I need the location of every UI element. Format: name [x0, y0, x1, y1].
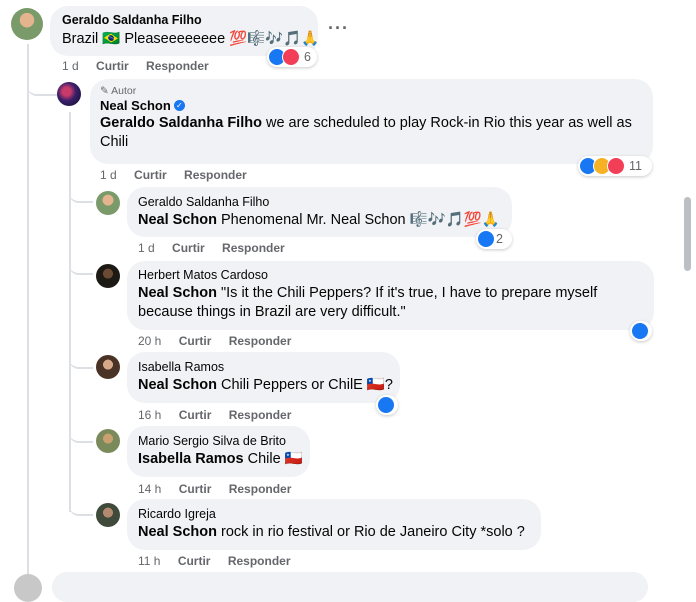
- reply-button[interactable]: Responder: [229, 334, 292, 348]
- reply-button[interactable]: Responder: [184, 168, 247, 182]
- comment-author[interactable]: Mario Sergio Silva de Brito: [138, 434, 299, 448]
- comment-bubble: ✎ Autor Neal Schon ✓ Geraldo Saldanha Fi…: [90, 79, 653, 164]
- comment-author[interactable]: Ricardo Igreja: [138, 507, 530, 521]
- comment-bubble: Herbert Matos Cardoso Neal Schon "Is it …: [127, 261, 654, 330]
- mention-link[interactable]: Neal Schon: [138, 285, 217, 301]
- avatar[interactable]: [11, 8, 43, 40]
- comment-actions: 20 h Curtir Responder: [138, 334, 305, 348]
- scrollbar[interactable]: [684, 197, 691, 271]
- like-button[interactable]: Curtir: [96, 59, 129, 73]
- comment-author[interactable]: Geraldo Saldanha Filho: [62, 13, 306, 27]
- comment-actions: 14 h Curtir Responder: [138, 482, 305, 496]
- comment-author[interactable]: Herbert Matos Cardoso: [138, 268, 643, 282]
- mention-link[interactable]: Neal Schon: [138, 212, 217, 228]
- reply-button[interactable]: Responder: [146, 59, 209, 73]
- comment-author[interactable]: Neal Schon: [100, 98, 171, 113]
- comment-bubble: Ricardo Igreja Neal Schon rock in rio fe…: [127, 499, 541, 550]
- comment-time[interactable]: 1 d: [100, 168, 117, 182]
- comment-bubble: Mario Sergio Silva de Brito Isabella Ram…: [127, 426, 310, 477]
- comment-actions: 1 d Curtir Responder: [100, 168, 261, 182]
- reply-button[interactable]: Responder: [228, 554, 291, 568]
- like-button[interactable]: Curtir: [134, 168, 167, 182]
- reaction-summary[interactable]: 6: [267, 47, 317, 67]
- like-button[interactable]: Curtir: [179, 334, 212, 348]
- comment-actions: 1 d Curtir Responder: [62, 59, 223, 73]
- like-icon: [477, 230, 495, 248]
- comment-text: Isabella Ramos Chile 🇨🇱: [138, 451, 303, 467]
- pencil-icon: ✎: [100, 85, 109, 97]
- comment-text: Neal Schon rock in rio festival or Rio d…: [138, 524, 525, 540]
- thread-elbow: [69, 352, 93, 369]
- comment-time[interactable]: 1 d: [138, 241, 155, 255]
- avatar[interactable]: [96, 503, 120, 527]
- like-icon: [377, 396, 395, 414]
- reaction-count: 6: [304, 50, 311, 64]
- thread-elbow: [27, 76, 57, 96]
- more-icon[interactable]: ···: [328, 18, 349, 39]
- comment-text: Neal Schon "Is it the Chili Peppers? If …: [138, 285, 598, 320]
- like-icon: [631, 322, 649, 340]
- comment-time[interactable]: 1 d: [62, 59, 79, 73]
- comment-author[interactable]: Geraldo Saldanha Filho: [138, 195, 501, 209]
- comment-time[interactable]: 20 h: [138, 334, 161, 348]
- mention-link[interactable]: Geraldo Saldanha Filho: [100, 115, 262, 131]
- reaction-count: 2: [496, 232, 503, 246]
- thread-elbow: [69, 426, 93, 443]
- love-icon: [607, 157, 625, 175]
- like-button[interactable]: Curtir: [178, 554, 211, 568]
- comment-actions: 1 d Curtir Responder: [138, 241, 299, 255]
- reply-button[interactable]: Responder: [222, 241, 285, 255]
- love-icon: [282, 48, 300, 66]
- reaction-summary[interactable]: [630, 321, 652, 341]
- comment-text: Neal Schon Phenomenal Mr. Neal Schon 🎼🎶🎵…: [138, 212, 500, 228]
- comment-actions: 11 h Curtir Responder: [138, 554, 305, 568]
- avatar[interactable]: [96, 429, 120, 453]
- like-button[interactable]: Curtir: [179, 482, 212, 496]
- comment-time[interactable]: 14 h: [138, 482, 161, 496]
- avatar[interactable]: [96, 264, 120, 288]
- like-button[interactable]: Curtir: [172, 241, 205, 255]
- avatar[interactable]: [57, 82, 81, 106]
- like-button[interactable]: Curtir: [179, 408, 212, 422]
- comment-bubble: Isabella Ramos Neal Schon Chili Peppers …: [127, 352, 400, 403]
- reply-button[interactable]: Responder: [229, 408, 292, 422]
- comment-text: Neal Schon Chili Peppers or ChilE 🇨🇱?: [138, 377, 393, 393]
- mention-link[interactable]: Isabella Ramos: [138, 451, 244, 467]
- comment-text: Geraldo Saldanha Filho we are scheduled …: [100, 115, 632, 150]
- reaction-summary[interactable]: 11: [578, 156, 652, 176]
- comment-time[interactable]: 11 h: [138, 554, 160, 568]
- mention-link[interactable]: Neal Schon: [138, 524, 217, 540]
- comment-actions: 16 h Curtir Responder: [138, 408, 305, 422]
- reaction-count: 11: [629, 159, 642, 173]
- comment-text: Brazil 🇧🇷 Pleaseeeeeeee 💯🎼🎶🎵🙏: [62, 31, 320, 47]
- thread-line-reply: [69, 112, 71, 512]
- comment-bubble: [52, 572, 648, 602]
- comment-time[interactable]: 16 h: [138, 408, 161, 422]
- comment-author[interactable]: Isabella Ramos: [138, 360, 389, 374]
- reaction-summary[interactable]: [376, 395, 398, 415]
- thread-elbow: [69, 499, 93, 516]
- avatar[interactable]: [14, 574, 42, 602]
- thread-elbow: [69, 186, 93, 203]
- verified-icon: ✓: [173, 100, 185, 111]
- reply-button[interactable]: Responder: [229, 482, 292, 496]
- reaction-summary[interactable]: 2: [476, 229, 512, 249]
- comment-bubble: Geraldo Saldanha Filho Neal Schon Phenom…: [127, 187, 512, 237]
- mention-link[interactable]: Neal Schon: [138, 377, 217, 393]
- thread-elbow: [69, 258, 93, 275]
- author-badge: ✎ Autor: [100, 85, 137, 97]
- avatar[interactable]: [96, 355, 120, 379]
- thread-line-root: [27, 44, 29, 578]
- avatar[interactable]: [96, 191, 120, 215]
